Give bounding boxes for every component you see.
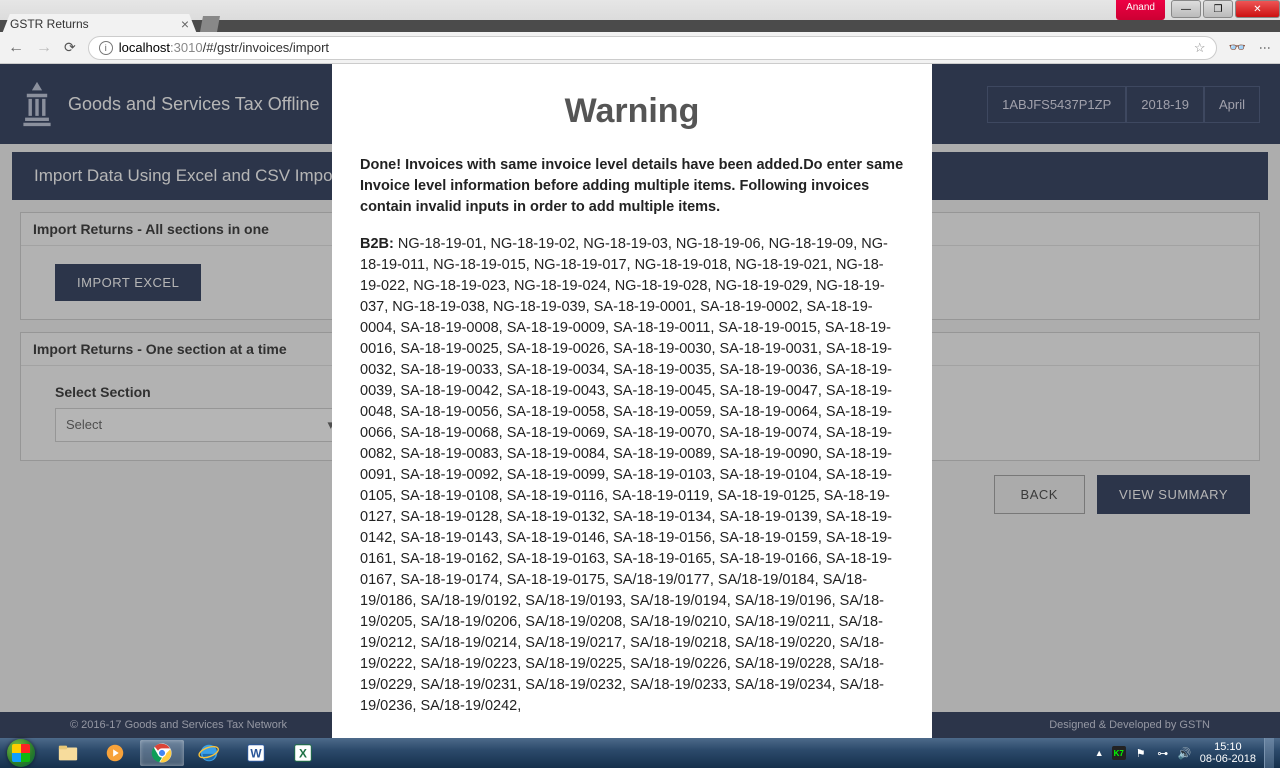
browser-tabstrip: GSTR Returns × [0, 20, 1280, 32]
os-user-badge: Anand [1116, 0, 1165, 20]
warning-modal: Warning Done! Invoices with same invoice… [332, 64, 932, 738]
taskbar-chrome[interactable] [140, 740, 184, 766]
url-path: /#/gstr/invoices/import [203, 40, 329, 55]
tray-overflow-icon[interactable]: ▲ [1095, 748, 1104, 758]
system-tray: ▲ K7 ⚑ ⊶ 🔊 15:10 08-06-2018 [1095, 738, 1280, 768]
clock-date: 08-06-2018 [1200, 753, 1256, 765]
svg-text:W: W [250, 747, 262, 761]
url-port: :3010 [170, 40, 203, 55]
taskbar-mediaplayer[interactable] [93, 740, 137, 766]
window-minimize-button[interactable]: — [1171, 0, 1201, 18]
windows-taskbar: W X ▲ K7 ⚑ ⊶ 🔊 15:10 08-06-2018 [0, 738, 1280, 768]
tray-action-icon[interactable]: ⚑ [1134, 746, 1148, 760]
url-host: localhost [119, 40, 170, 55]
incognito-icon[interactable]: 👓 [1229, 39, 1246, 56]
modal-message: Done! Invoices with same invoice level d… [360, 155, 904, 218]
browser-tab[interactable]: GSTR Returns × [2, 14, 197, 34]
window-close-button[interactable]: ✕ [1235, 0, 1280, 18]
nav-back-button[interactable]: ← [8, 39, 24, 57]
tab-close-icon[interactable]: × [181, 16, 189, 32]
taskbar-ie[interactable] [187, 740, 231, 766]
tray-clock[interactable]: 15:10 08-06-2018 [1200, 741, 1256, 765]
reload-button[interactable]: ⟳ [64, 39, 76, 56]
new-tab-button[interactable] [200, 16, 220, 32]
tray-volume-icon[interactable]: 🔊 [1178, 746, 1192, 760]
taskbar-word[interactable]: W [234, 740, 278, 766]
taskbar-explorer[interactable] [46, 740, 90, 766]
clock-time: 15:10 [1200, 741, 1256, 753]
start-button[interactable] [0, 738, 42, 768]
modal-title: Warning [360, 92, 904, 131]
browser-menu-button[interactable]: ⋮ [1258, 42, 1272, 54]
window-maximize-button[interactable]: ❐ [1203, 0, 1233, 18]
show-desktop-button[interactable] [1264, 738, 1274, 768]
window-titlebar: Anand — ❐ ✕ [0, 0, 1280, 20]
browser-toolbar: ← → ⟳ i localhost:3010/#/gstr/invoices/i… [0, 32, 1280, 64]
address-bar[interactable]: i localhost:3010/#/gstr/invoices/import … [88, 36, 1217, 60]
site-info-icon[interactable]: i [99, 41, 113, 55]
modal-invoice-list: B2B: NG-18-19-01, NG-18-19-02, NG-18-19-… [360, 234, 904, 717]
modal-section-label: B2B: [360, 236, 398, 252]
nav-forward-button[interactable]: → [36, 39, 52, 57]
windows-logo-icon [7, 739, 35, 767]
svg-text:X: X [299, 747, 307, 761]
taskbar-excel[interactable]: X [281, 740, 325, 766]
modal-invoices: NG-18-19-01, NG-18-19-02, NG-18-19-03, N… [360, 236, 892, 714]
bookmark-star-icon[interactable]: ☆ [1194, 40, 1206, 56]
tray-network-icon[interactable]: ⊶ [1156, 746, 1170, 760]
tab-title: GSTR Returns [10, 17, 89, 31]
tray-antivirus-icon[interactable]: K7 [1112, 746, 1126, 760]
